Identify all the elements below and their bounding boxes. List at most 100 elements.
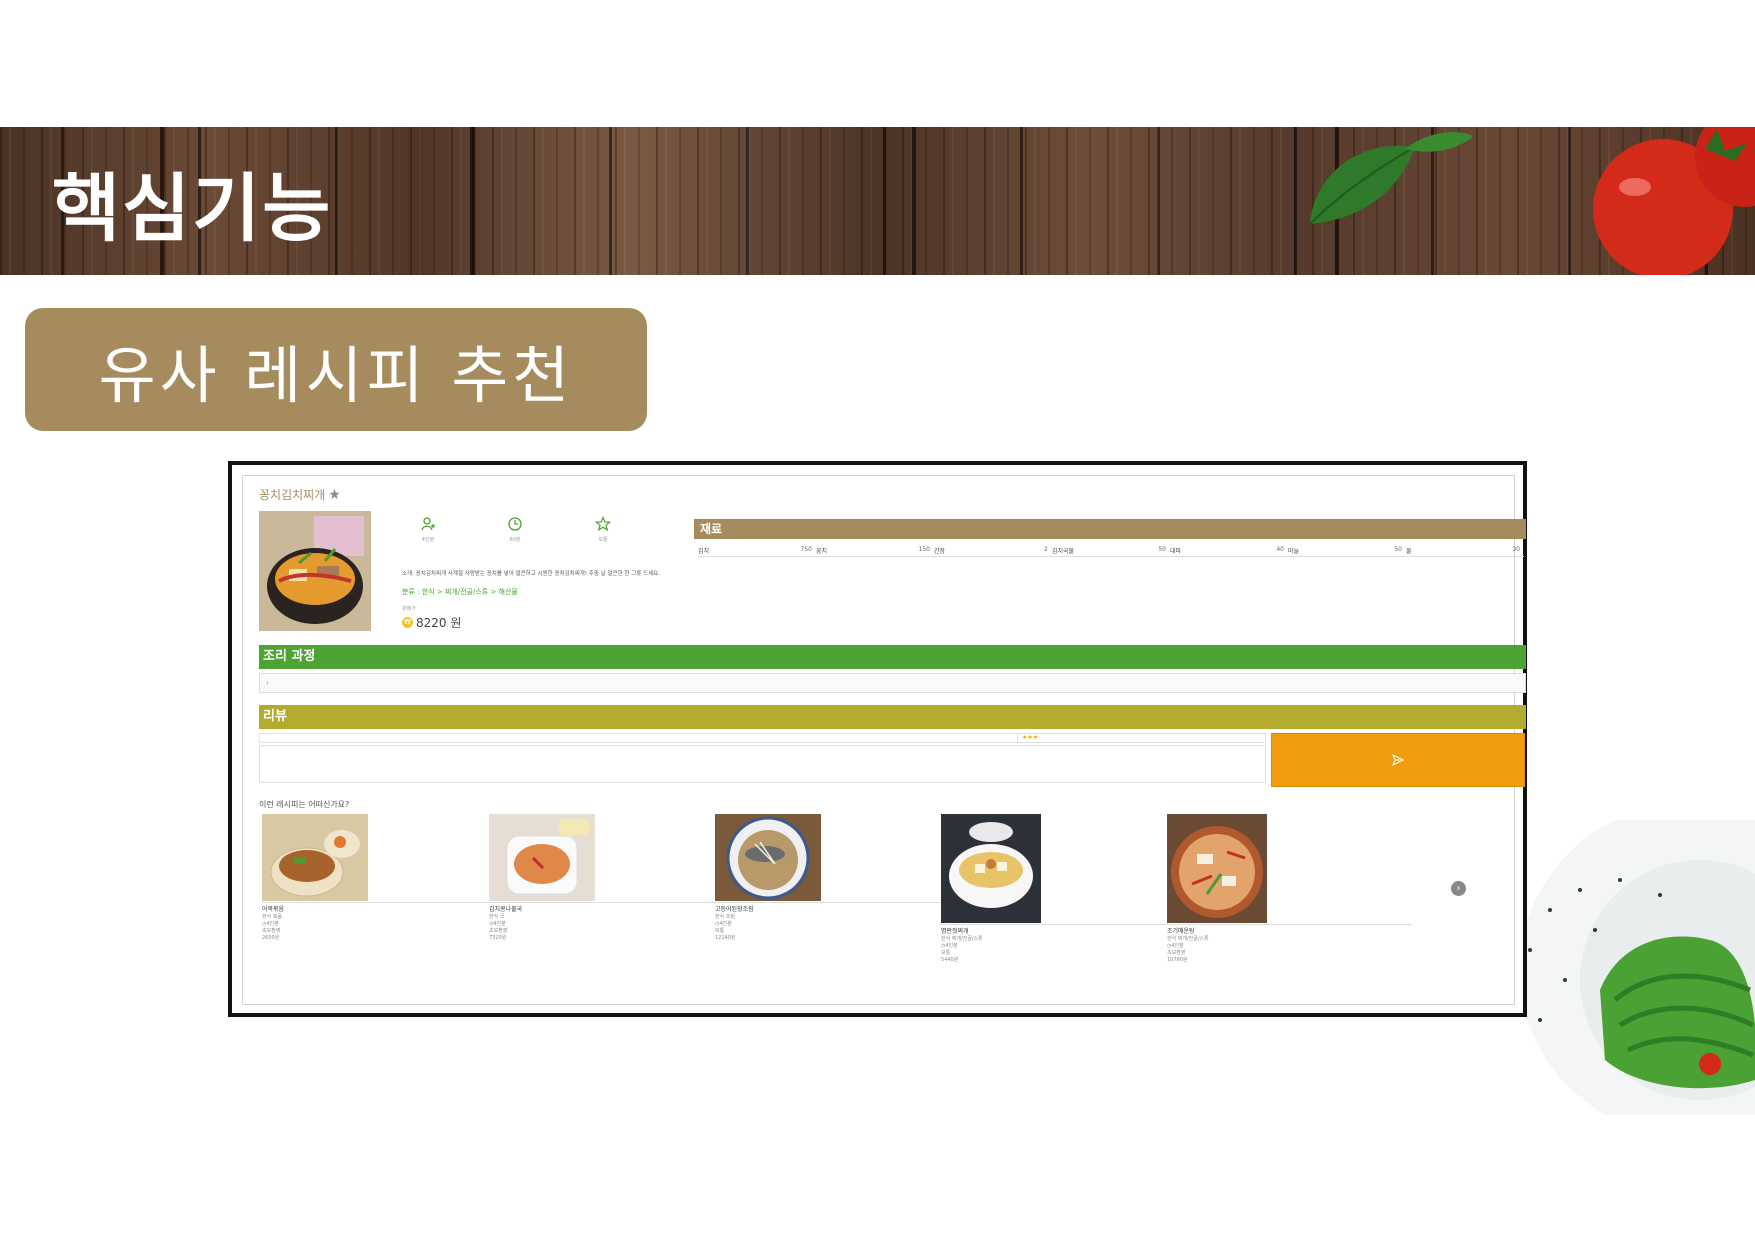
similar-recipe-difficulty: 초보환영 — [489, 928, 508, 934]
price-label: 판매가 — [402, 606, 416, 612]
card-divider — [262, 902, 507, 903]
similar-recipe-name[interactable]: 명란젓찌개 — [941, 928, 1186, 936]
similar-recipe-category: 한식 조림 — [715, 914, 735, 920]
ingredient-name: 꽁치 — [816, 548, 828, 555]
recipe-thumbnail[interactable] — [489, 814, 595, 901]
slide-title: 핵심기능 — [52, 166, 333, 252]
similar-recipe-servings: ◷4인분 — [715, 921, 960, 928]
wood-board-seam — [912, 127, 916, 275]
servings-text: 4인분 — [266, 921, 279, 927]
recipe-meta: 4인분 60분 보통 — [418, 516, 648, 550]
ingredient-item: 간장 2 — [934, 546, 1054, 555]
ingredient-qty: 50 — [1394, 546, 1402, 553]
difficulty-caption: 보통 — [598, 537, 608, 543]
similar-recipes-heading: 이런 레시피는 어떠신가요? — [259, 800, 350, 809]
recipe-thumbnail[interactable] — [941, 814, 1041, 923]
servings-meta: 4인분 — [418, 516, 438, 543]
similar-recipe-card[interactable]: 명란젓찌개 한식 찌개/전골/스튜 ◷4인분 보통 5440원 — [941, 814, 1186, 964]
rating-select[interactable]: ★★★ — [1017, 733, 1266, 743]
review-header: 리뷰 — [259, 705, 1526, 729]
ingredient-item: 대파 40 — [1170, 546, 1290, 555]
time-caption: 60분 — [509, 537, 521, 543]
servings-text: 4인분 — [945, 943, 958, 949]
carousel-next-button[interactable]: › — [1451, 881, 1466, 896]
similar-recipe-name[interactable]: 어묵볶음 — [262, 906, 507, 914]
cooking-step-item[interactable]: › — [259, 673, 1526, 693]
ingredients-header: 재료 — [694, 519, 1526, 539]
ingredient-item: 마늘 50 — [1288, 546, 1408, 555]
ingredient-name: 대파 — [1170, 548, 1182, 555]
wood-banner: 핵심기능 — [0, 127, 1755, 275]
similar-recipe-category: 한식 국 — [489, 914, 505, 920]
ingredient-qty: 30 — [1512, 546, 1520, 553]
ingredient-qty: 50 — [1158, 546, 1166, 553]
similar-recipe-card[interactable]: 고등어된장조림 한식 조림 ◷4인분 보통 12140원 — [715, 814, 960, 942]
chevron-right-icon: › — [1456, 883, 1461, 894]
similar-recipe-card[interactable]: 조기매운탕 한식 찌개/전골/스튜 ◷4인분 초보환영 10790원 — [1167, 814, 1412, 964]
ingredient-name: 김치국물 — [1052, 548, 1075, 555]
tomato-image — [1593, 127, 1755, 275]
similar-recipe-price: 2650원 — [262, 935, 280, 941]
won-coin-icon: ₩ — [402, 617, 413, 628]
recipe-title-text: 꽁치김치찌개 — [259, 488, 326, 502]
servings-text: 4인분 — [1171, 943, 1184, 949]
similar-recipe-card[interactable]: 김치콩나물국 한식 국 ◷4인분 초보환영 7320원 — [489, 814, 734, 942]
recipe-thumbnail[interactable] — [262, 814, 368, 901]
servings-text: 4인분 — [493, 921, 506, 927]
servings-text: 4인분 — [719, 921, 732, 927]
ingredient-item: 물 30 — [1406, 546, 1526, 555]
similar-recipe-servings: ◷4인분 — [262, 921, 507, 928]
similar-recipe-difficulty: 보통 — [715, 928, 725, 934]
similar-recipe-price: 10790원 — [1167, 957, 1188, 963]
star-outline-icon — [595, 516, 611, 532]
ingredient-item: 꽁치 150 — [816, 546, 936, 555]
similar-recipe-difficulty: 보통 — [941, 950, 951, 956]
recipe-title: 꽁치김치찌개 ★ — [259, 486, 341, 503]
ingredients-list: 김치 750 꽁치 150 간장 2 김치국물 50 대파 40 마늘 50 물 30 — [698, 546, 1524, 557]
similar-recipe-price: 12140원 — [715, 935, 736, 941]
recipe-main-photo — [259, 511, 371, 631]
review-text-input[interactable] — [259, 745, 1266, 783]
similar-recipe-price: 5440원 — [941, 957, 959, 963]
ingredient-name: 물 — [1406, 548, 1412, 555]
section-subtitle-text: 유사 레시피 추천 — [98, 338, 574, 412]
ingredient-item: 김치국물 50 — [1052, 546, 1172, 555]
send-icon — [1392, 754, 1404, 766]
similar-recipe-card[interactable]: 어묵볶음 한식 볶음 ◷4인분 초보환영 2650원 — [262, 814, 507, 942]
card-divider — [715, 902, 960, 903]
time-meta: 60분 — [505, 516, 525, 543]
similar-recipe-servings: ◷4인분 — [941, 943, 1186, 950]
card-divider — [941, 924, 1186, 925]
ingredient-qty: 750 — [800, 546, 812, 553]
similar-recipe-name[interactable]: 김치콩나물국 — [489, 906, 734, 914]
ingredient-qty: 2 — [1044, 546, 1048, 553]
recipe-page: 꽁치김치찌개 ★ 4인분 60분 보통 소개: 꽁치김치찌개 사계절 사랑받는 … — [242, 475, 1526, 1005]
similar-recipe-category: 한식 찌개/전골/스튜 — [941, 936, 983, 942]
similar-recipe-difficulty: 초보환영 — [262, 928, 281, 934]
ingredient-item: 김치 750 — [698, 546, 818, 555]
review-submit-button[interactable] — [1271, 733, 1525, 787]
person-plus-icon — [421, 517, 435, 531]
ingredient-name: 간장 — [934, 548, 946, 555]
similar-recipe-category: 한식 볶음 — [262, 914, 282, 920]
recipe-page-screenshot: 꽁치김치찌개 ★ 4인분 60분 보통 소개: 꽁치김치찌개 사계절 사랑받는 … — [228, 461, 1527, 1017]
recipe-category-breadcrumb[interactable]: 분류 : 한식 > 찌개/전골/스튜 > 해산물 — [402, 587, 518, 597]
difficulty-meta: 보통 — [593, 516, 613, 543]
basil-leaf-image — [1309, 132, 1473, 225]
similar-recipe-name[interactable]: 고등어된장조림 — [715, 906, 960, 914]
servings-caption: 4인분 — [421, 537, 435, 543]
recipe-description: 소개: 꽁치김치찌개 사계절 사랑받는 꽁치를 넣어 얼큰하고 시원한 꽁치김치… — [402, 571, 660, 577]
recipe-thumbnail[interactable] — [1167, 814, 1267, 923]
card-divider — [489, 902, 734, 903]
price-value: 8220 원 — [416, 616, 462, 630]
section-subtitle: 유사 레시피 추천 — [25, 308, 647, 431]
wood-board-seam — [470, 127, 474, 275]
similar-recipe-difficulty: 초보환영 — [1167, 950, 1186, 956]
clock-icon — [508, 517, 522, 531]
recipe-thumbnail[interactable] — [715, 814, 821, 901]
similar-recipe-name[interactable]: 조기매운탕 — [1167, 928, 1412, 936]
card-divider — [1167, 924, 1412, 925]
favorite-star-icon[interactable]: ★ — [328, 487, 341, 503]
similar-recipe-price: 7320원 — [489, 935, 507, 941]
similar-recipe-servings: ◷4인분 — [1167, 943, 1412, 950]
